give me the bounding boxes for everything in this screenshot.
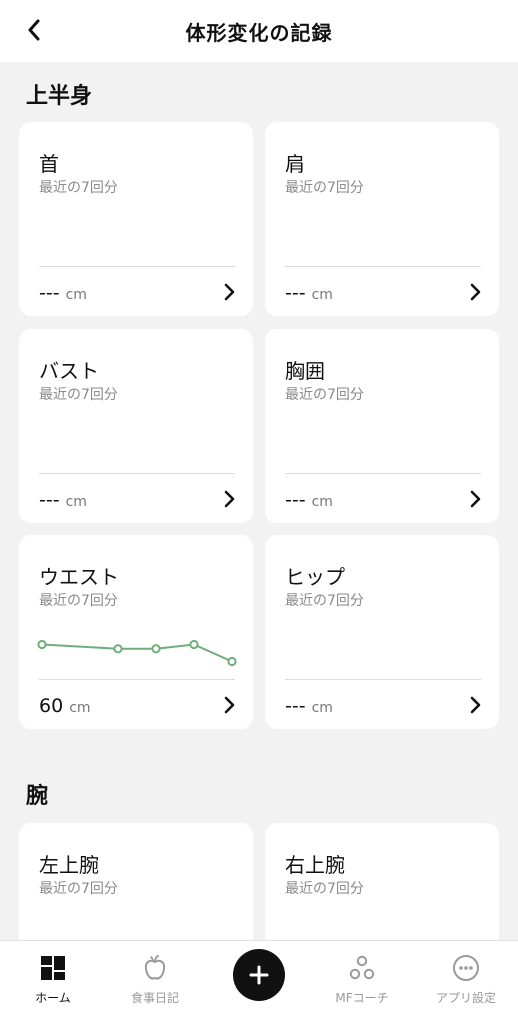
content-scroll[interactable]: 上半身 首 最近の7回分 --- cm 肩 最近の7回分 --- cm バスト …: [0, 62, 518, 940]
nav-header: 体形変化の記録: [0, 0, 518, 62]
tab-label: ホーム: [35, 991, 71, 1005]
card-value: --- cm: [285, 489, 333, 511]
measurement-card-hip[interactable]: ヒップ 最近の7回分 --- cm: [265, 535, 499, 729]
tab-label: アプリ設定: [435, 991, 496, 1005]
value-unit: cm: [69, 700, 91, 716]
measurement-card-bust[interactable]: バスト 最近の7回分 --- cm: [19, 329, 253, 523]
chevron-right-icon: [224, 696, 235, 714]
measurement-card-right-upper-arm[interactable]: 右上腕 最近の7回分: [265, 823, 499, 940]
chevron-right-icon: [224, 283, 235, 301]
card-value: --- cm: [39, 282, 87, 304]
waist-trend-chart: [37, 639, 237, 667]
value-unit: cm: [311, 700, 333, 716]
card-subtitle: 最近の7回分: [39, 387, 118, 403]
card-divider: [39, 266, 235, 267]
card-subtitle: 最近の7回分: [39, 180, 118, 196]
card-title: バスト: [39, 359, 99, 383]
data-point: [37, 639, 47, 650]
tab-label: 食事日記: [130, 991, 179, 1005]
measurement-card-waist[interactable]: ウエスト 最近の7回分 60 cm: [19, 535, 253, 729]
measurement-card-shoulder[interactable]: 肩 最近の7回分 --- cm: [265, 122, 499, 316]
card-subtitle: 最近の7回分: [285, 593, 364, 609]
card-value: --- cm: [285, 282, 333, 304]
measurement-card-left-upper-arm[interactable]: 左上腕 最近の7回分: [19, 823, 253, 940]
add-record-button[interactable]: [233, 949, 285, 1001]
value-unit: cm: [65, 494, 87, 510]
section-title-upper-body: 上半身: [26, 84, 93, 109]
value-number: ---: [285, 489, 306, 511]
tab-app-settings[interactable]: アプリ設定: [421, 953, 511, 1013]
value-number: ---: [285, 695, 306, 717]
card-value: --- cm: [285, 695, 333, 717]
card-title: 右上腕: [285, 853, 345, 877]
card-title: 左上腕: [39, 853, 99, 877]
card-subtitle: 最近の7回分: [285, 881, 364, 897]
data-point: [151, 644, 161, 654]
data-point: [227, 656, 237, 667]
chevron-left-icon: [28, 19, 40, 41]
tab-food-diary[interactable]: 食事日記: [110, 953, 200, 1013]
card-value: 60 cm: [39, 695, 91, 717]
value-number: ---: [285, 282, 306, 304]
chevron-right-icon: [470, 283, 481, 301]
chevron-right-icon: [224, 490, 235, 508]
coach-circles-icon: [349, 955, 375, 980]
data-point: [113, 644, 123, 654]
card-subtitle: 最近の7回分: [285, 387, 364, 403]
chevron-right-icon: [470, 696, 481, 714]
card-subtitle: 最近の7回分: [39, 881, 118, 897]
card-subtitle: 最近の7回分: [285, 180, 364, 196]
chevron-right-icon: [470, 490, 481, 508]
series-line: [41, 643, 233, 663]
value-number: ---: [39, 282, 60, 304]
card-title: 肩: [285, 152, 305, 176]
value-number: ---: [39, 489, 60, 511]
value-unit: cm: [311, 494, 333, 510]
card-divider: [285, 266, 481, 267]
card-title: 胸囲: [285, 359, 325, 383]
card-title: ヒップ: [285, 565, 345, 589]
card-title: 首: [39, 152, 59, 176]
tab-home[interactable]: ホーム: [8, 953, 98, 1013]
value-unit: cm: [65, 287, 87, 303]
plus-icon: [249, 965, 269, 985]
apple-icon: [144, 955, 166, 980]
card-divider: [39, 679, 235, 680]
back-button[interactable]: [14, 12, 54, 48]
card-divider: [285, 473, 481, 474]
measurement-card-chest[interactable]: 胸囲 最近の7回分 --- cm: [265, 329, 499, 523]
value-unit: cm: [311, 287, 333, 303]
data-point: [189, 639, 199, 650]
tab-label: MFコーチ: [335, 991, 389, 1005]
section-title-arm: 腕: [26, 784, 49, 809]
measurement-card-neck[interactable]: 首 最近の7回分 --- cm: [19, 122, 253, 316]
card-title: ウエスト: [39, 565, 119, 589]
tab-mf-coach[interactable]: MFコーチ: [317, 953, 407, 1013]
card-divider: [285, 679, 481, 680]
home-grid-icon: [41, 956, 65, 980]
more-dots-icon: [453, 955, 479, 981]
card-value: --- cm: [39, 489, 87, 511]
value-number: 60: [39, 695, 64, 717]
page-title: 体形変化の記録: [185, 20, 333, 45]
bottom-tab-bar: ホーム 食事日記 MFコーチ アプリ設定: [0, 940, 518, 1024]
card-subtitle: 最近の7回分: [39, 593, 118, 609]
card-divider: [39, 473, 235, 474]
